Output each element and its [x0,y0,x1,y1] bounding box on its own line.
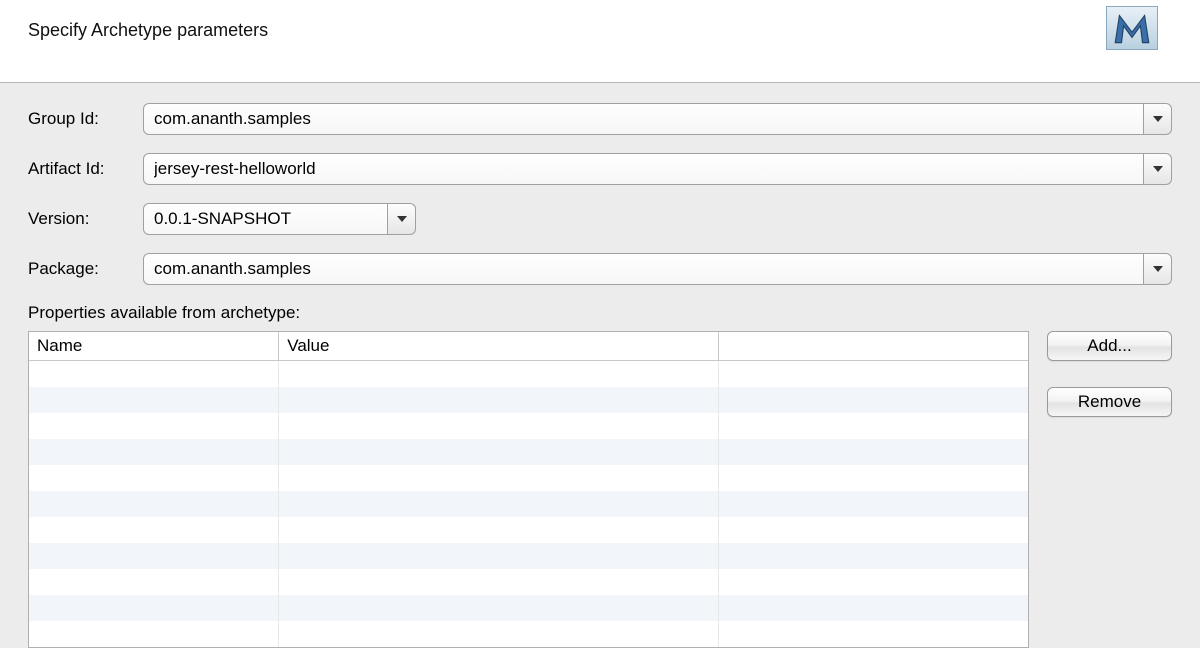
row-artifact-id: Artifact Id: [28,153,1172,185]
combo-version [143,203,416,235]
version-input[interactable] [143,203,388,235]
label-version: Version: [28,209,143,229]
column-header-name[interactable]: Name [29,332,279,361]
label-artifact-id: Artifact Id: [28,159,143,179]
chevron-down-icon [1153,116,1163,122]
chevron-down-icon [1153,166,1163,172]
chevron-down-icon [397,216,407,222]
package-dropdown-button[interactable] [1144,253,1172,285]
combo-artifact-id [143,153,1172,185]
label-package: Package: [28,259,143,279]
group-id-input[interactable] [143,103,1144,135]
version-dropdown-button[interactable] [388,203,416,235]
dialog-header: Specify Archetype parameters [0,0,1200,83]
column-header-empty[interactable] [718,332,1028,361]
table-row[interactable] [29,491,1028,517]
maven-m-icon [1106,6,1158,50]
table-row[interactable] [29,387,1028,413]
table-row[interactable] [29,361,1028,387]
table-row[interactable] [29,543,1028,569]
properties-table: Name Value [29,332,1028,647]
table-row[interactable] [29,595,1028,621]
package-input[interactable] [143,253,1144,285]
properties-table-wrap: Name Value [28,331,1029,648]
column-header-value[interactable]: Value [279,332,719,361]
form-area: Group Id: Artifact Id: Version: Package: [0,83,1200,648]
side-buttons: Add... Remove [1047,331,1172,417]
remove-button[interactable]: Remove [1047,387,1172,417]
chevron-down-icon [1153,266,1163,272]
properties-section-label: Properties available from archetype: [28,303,1172,323]
table-row[interactable] [29,517,1028,543]
combo-group-id [143,103,1172,135]
row-package: Package: [28,253,1172,285]
properties-table-body [29,361,1028,647]
combo-package [143,253,1172,285]
label-group-id: Group Id: [28,109,143,129]
page-title: Specify Archetype parameters [28,20,268,41]
row-group-id: Group Id: [28,103,1172,135]
table-row[interactable] [29,621,1028,647]
table-row[interactable] [29,569,1028,595]
table-row[interactable] [29,413,1028,439]
group-id-dropdown-button[interactable] [1144,103,1172,135]
add-button[interactable]: Add... [1047,331,1172,361]
artifact-id-dropdown-button[interactable] [1144,153,1172,185]
table-row[interactable] [29,439,1028,465]
properties-wrap: Name Value [28,331,1172,648]
row-version: Version: [28,203,1172,235]
artifact-id-input[interactable] [143,153,1144,185]
table-row[interactable] [29,465,1028,491]
